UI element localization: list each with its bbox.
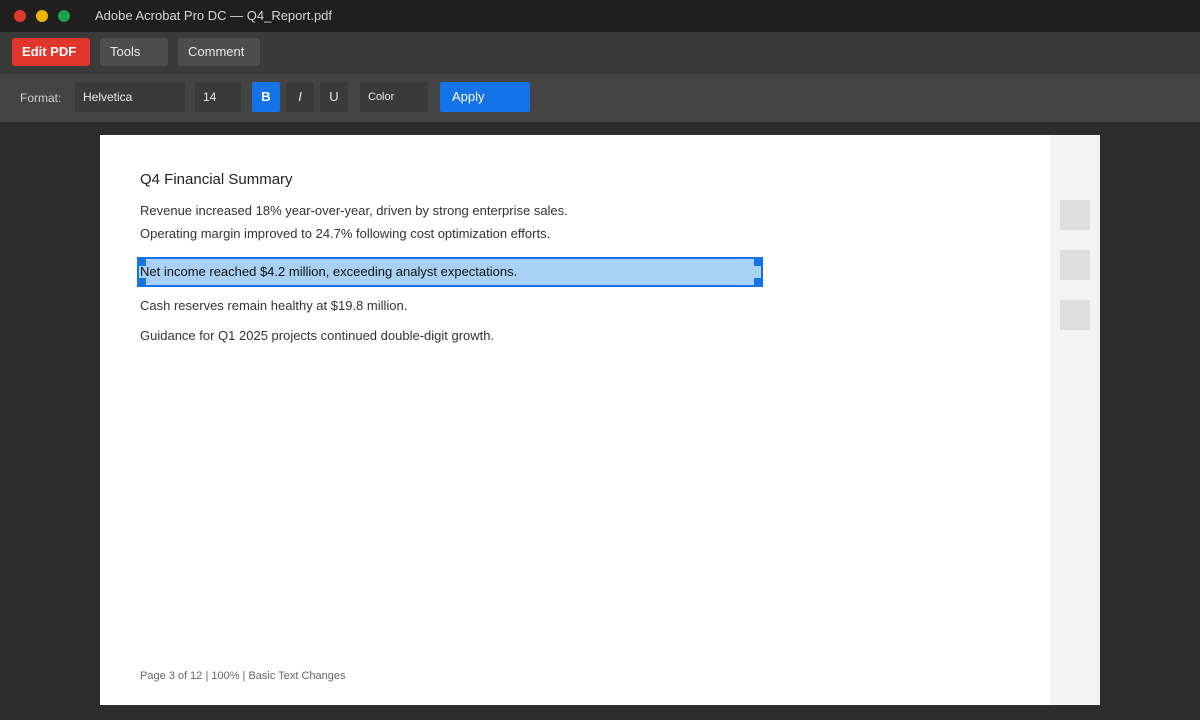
maximize-window-button[interactable] xyxy=(58,10,70,22)
panel-tool-3-icon[interactable] xyxy=(1060,300,1090,330)
minimize-window-button[interactable] xyxy=(36,10,48,22)
format-toolbar: Format: Helvetica 14 B I U Color Apply xyxy=(0,74,1200,122)
tools-button[interactable]: Tools xyxy=(100,38,168,66)
bold-button[interactable]: B xyxy=(252,82,280,112)
paragraph-guidance[interactable]: Guidance for Q1 2025 projects continued … xyxy=(140,328,494,343)
format-label: Format: xyxy=(20,91,62,105)
panel-tool-2-icon[interactable] xyxy=(1060,250,1090,280)
paragraph-cash-reserves[interactable]: Cash reserves remain healthy at $19.8 mi… xyxy=(140,298,407,313)
underline-button[interactable]: U xyxy=(320,82,348,112)
apply-button[interactable]: Apply xyxy=(440,82,530,112)
document-title[interactable]: Q4 Financial Summary xyxy=(140,171,293,188)
resize-handle-top-right[interactable] xyxy=(754,258,762,266)
selected-paragraph-net-income[interactable]: Net income reached $4.2 million, exceedi… xyxy=(140,259,517,285)
edit-pdf-button[interactable]: Edit PDF xyxy=(12,38,90,66)
title-bar: Adobe Acrobat Pro DC — Q4_Report.pdf xyxy=(0,0,1200,32)
resize-handle-bottom-right[interactable] xyxy=(754,278,762,286)
right-tool-panel xyxy=(1050,135,1100,705)
paragraph-operating-margin[interactable]: Operating margin improved to 24.7% follo… xyxy=(140,226,550,241)
font-family-select[interactable]: Helvetica xyxy=(75,82,185,112)
panel-tool-1-icon[interactable] xyxy=(1060,200,1090,230)
close-window-button[interactable] xyxy=(14,10,26,22)
main-toolbar: Edit PDF Tools Comment xyxy=(0,32,1200,74)
paragraph-revenue[interactable]: Revenue increased 18% year-over-year, dr… xyxy=(140,203,568,218)
italic-button[interactable]: I xyxy=(286,82,314,112)
resize-handle-bottom-left[interactable] xyxy=(138,278,146,286)
color-picker[interactable]: Color xyxy=(360,82,428,112)
resize-handle-top-left[interactable] xyxy=(138,258,146,266)
document-page[interactable]: Q4 Financial Summary Revenue increased 1… xyxy=(100,135,1050,705)
comment-button[interactable]: Comment xyxy=(178,38,260,66)
window-title: Adobe Acrobat Pro DC — Q4_Report.pdf xyxy=(95,8,333,23)
font-size-field[interactable]: 14 xyxy=(195,82,241,112)
selected-text-box[interactable]: Net income reached $4.2 million, exceedi… xyxy=(137,257,763,287)
page-status-line: Page 3 of 12 | 100% | Basic Text Changes xyxy=(140,670,346,682)
